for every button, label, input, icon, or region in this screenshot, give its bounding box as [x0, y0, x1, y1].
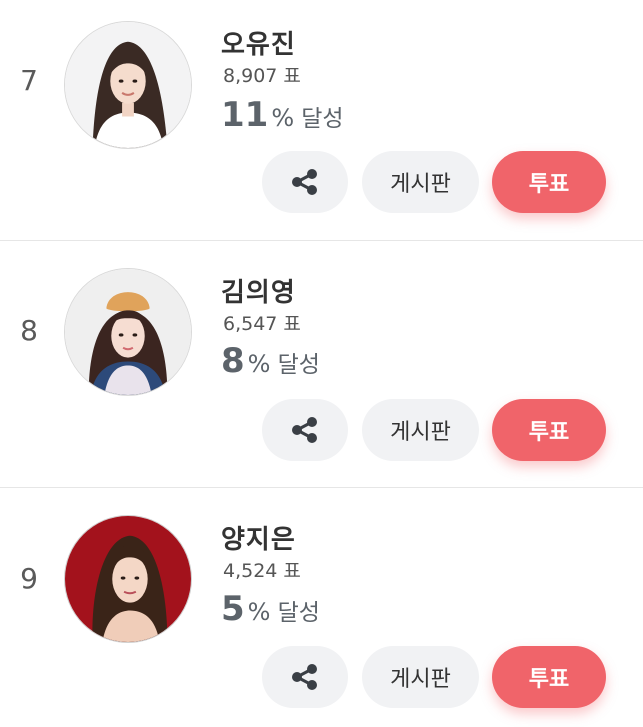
percent-label: 달성 [277, 352, 320, 378]
candidate-row-7: 7 오유진 8,907 표 11% 달성 게시판 투표 [0, 0, 643, 240]
rank-number: 7 [20, 64, 38, 97]
board-button[interactable]: 게시판 [362, 646, 479, 708]
board-button[interactable]: 게시판 [362, 399, 479, 461]
avatar[interactable] [64, 268, 192, 396]
avatar-image [65, 516, 191, 642]
candidate-row-8: 8 김의영 6,547 표 8% 달성 게시판 투표 [0, 240, 643, 480]
avatar-image [65, 22, 191, 148]
avatar-image [65, 269, 191, 395]
achievement-percent: 11% 달성 [221, 95, 344, 135]
share-button[interactable] [262, 399, 348, 461]
vote-button[interactable]: 투표 [492, 399, 606, 461]
percent-symbol: % [247, 598, 271, 626]
vote-count: 4,524 표 [223, 560, 301, 582]
vote-count: 6,547 표 [223, 313, 301, 335]
vote-button[interactable]: 투표 [492, 646, 606, 708]
candidate-row-9: 9 양지은 4,524 표 5% 달성 게시판 투표 [0, 487, 643, 727]
candidate-name: 김의영 [221, 278, 296, 308]
achievement-percent: 5% 달성 [221, 589, 320, 629]
vote-button[interactable]: 투표 [492, 151, 606, 213]
percent-value: 8 [221, 341, 245, 381]
avatar[interactable] [64, 21, 192, 149]
percent-symbol: % [271, 104, 295, 132]
board-button[interactable]: 게시판 [362, 151, 479, 213]
achievement-percent: 8% 달성 [221, 341, 320, 381]
share-button[interactable] [262, 151, 348, 213]
candidate-name: 양지은 [221, 525, 296, 555]
candidate-name: 오유진 [221, 30, 296, 60]
percent-value: 11 [221, 95, 269, 135]
share-button[interactable] [262, 646, 348, 708]
percent-symbol: % [247, 350, 271, 378]
share-icon [292, 664, 317, 690]
percent-label: 달성 [277, 600, 320, 626]
percent-label: 달성 [301, 106, 344, 132]
rank-number: 8 [20, 314, 38, 347]
share-icon [292, 417, 317, 443]
percent-value: 5 [221, 589, 245, 629]
share-icon [292, 169, 317, 195]
rank-number: 9 [20, 562, 38, 595]
vote-count: 8,907 표 [223, 65, 301, 87]
avatar[interactable] [64, 515, 192, 643]
